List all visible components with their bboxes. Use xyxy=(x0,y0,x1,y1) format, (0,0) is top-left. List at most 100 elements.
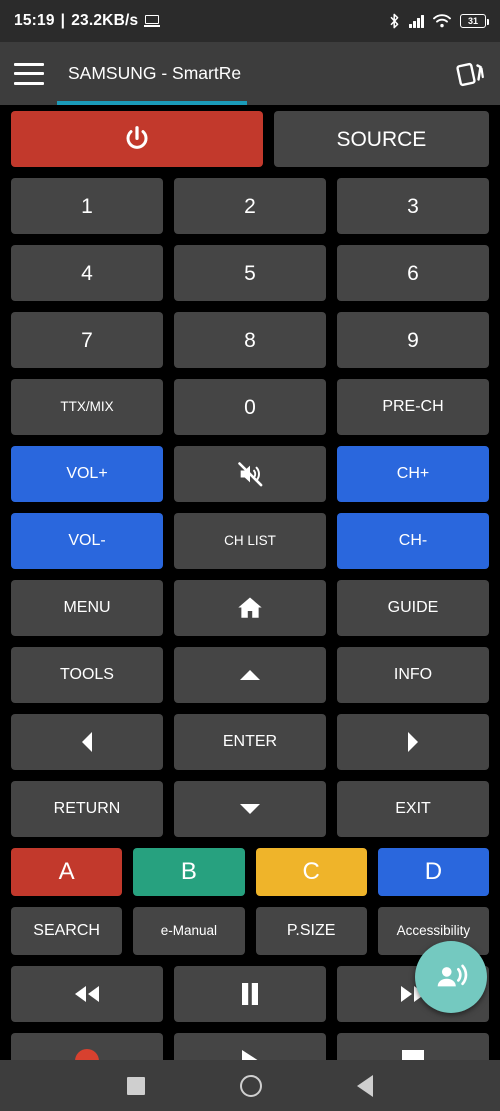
cellular-signal-icon xyxy=(409,14,424,28)
pre-ch-button[interactable]: PRE-CH xyxy=(337,379,489,435)
color-a-label: A xyxy=(58,858,75,885)
volume-down-button[interactable]: VOL- xyxy=(11,513,163,569)
digit-8-label: 8 xyxy=(244,328,256,352)
numeric-row-1: 1 2 3 xyxy=(11,178,489,234)
status-separator: | xyxy=(60,12,66,29)
volume-down-label: VOL- xyxy=(68,532,106,549)
info-label: INFO xyxy=(393,666,433,683)
digit-0-button[interactable]: 0 xyxy=(174,379,326,435)
dpad-left-button[interactable] xyxy=(11,714,163,770)
numeric-row-2: 4 5 6 xyxy=(11,245,489,301)
accessibility-label: Accessibility xyxy=(396,923,471,939)
channel-list-button[interactable]: CH LIST xyxy=(174,513,326,569)
digit-3-label: 3 xyxy=(407,194,419,218)
laptop-icon xyxy=(144,15,161,27)
color-b-button[interactable]: B xyxy=(133,848,245,896)
pause-button[interactable] xyxy=(174,966,326,1022)
mute-button[interactable] xyxy=(174,446,326,502)
picture-size-label: P.SIZE xyxy=(286,922,336,939)
info-button[interactable]: INFO xyxy=(337,647,489,703)
channel-down-button[interactable]: CH- xyxy=(337,513,489,569)
page-title: SAMSUNG - SmartRe xyxy=(68,63,242,83)
remote-button-grid: SOURCE 1 2 3 4 5 6 7 8 9 TTX/MIX 0 PRE-C… xyxy=(0,105,500,1089)
app-bar: SAMSUNG - SmartRe xyxy=(0,42,500,105)
exit-label: EXIT xyxy=(395,800,431,817)
digit-1-button[interactable]: 1 xyxy=(11,178,163,234)
color-c-button[interactable]: C xyxy=(255,848,367,896)
digit-9-button[interactable]: 9 xyxy=(337,312,489,368)
guide-label: GUIDE xyxy=(387,599,439,616)
tools-row: TOOLS INFO xyxy=(11,647,489,703)
numeric-row-3: 7 8 9 xyxy=(11,312,489,368)
picture-size-button[interactable]: P.SIZE xyxy=(255,907,367,955)
return-label: RETURN xyxy=(53,800,121,817)
digit-9-label: 9 xyxy=(407,328,419,352)
status-bar-right: 31 xyxy=(389,13,490,29)
hamburger-menu-icon[interactable] xyxy=(14,62,44,85)
battery-icon: 31 xyxy=(460,14,490,28)
channel-up-button[interactable]: CH+ xyxy=(337,446,489,502)
color-row: A B C D xyxy=(11,848,489,896)
ttx-mix-label: TTX/MIX xyxy=(60,399,114,415)
ttx-mix-button[interactable]: TTX/MIX xyxy=(11,379,163,435)
digit-0-label: 0 xyxy=(244,395,256,419)
digit-7-label: 7 xyxy=(81,328,93,352)
menu-label: MENU xyxy=(63,599,111,616)
enter-button[interactable]: ENTER xyxy=(174,714,326,770)
tools-button[interactable]: TOOLS xyxy=(11,647,163,703)
guide-button[interactable]: GUIDE xyxy=(337,580,489,636)
digit-8-button[interactable]: 8 xyxy=(174,312,326,368)
home-circle-icon[interactable] xyxy=(239,1074,262,1097)
home-button[interactable] xyxy=(174,580,326,636)
dpad-row: ENTER xyxy=(11,714,489,770)
digit-6-label: 6 xyxy=(407,261,419,285)
color-d-button[interactable]: D xyxy=(377,848,489,896)
rewind-button[interactable] xyxy=(11,966,163,1022)
digit-5-button[interactable]: 5 xyxy=(174,245,326,301)
home-icon xyxy=(238,597,262,618)
status-network-speed: 23.2KB/s xyxy=(71,12,139,29)
arrow-up-icon xyxy=(240,670,260,680)
arrow-down-icon xyxy=(240,804,260,814)
digit-7-button[interactable]: 7 xyxy=(11,312,163,368)
power-row: SOURCE xyxy=(11,111,489,167)
volume-up-label: VOL+ xyxy=(66,465,108,482)
digit-2-button[interactable]: 2 xyxy=(174,178,326,234)
active-tab-indicator xyxy=(57,101,247,105)
exit-button[interactable]: EXIT xyxy=(337,781,489,837)
dpad-right-button[interactable] xyxy=(337,714,489,770)
source-button[interactable]: SOURCE xyxy=(273,111,489,167)
channel-down-label: CH- xyxy=(398,532,428,549)
search-button[interactable]: SEARCH xyxy=(11,907,123,955)
android-navigation-bar xyxy=(0,1060,500,1111)
remote-control-app: 15:19 | 23.2KB/s 31 SAMSUNG - SmartRe SO… xyxy=(0,0,500,1111)
voice-command-fab[interactable] xyxy=(415,941,487,1013)
bluetooth-icon xyxy=(389,13,400,29)
digit-6-button[interactable]: 6 xyxy=(337,245,489,301)
record-voice-over-icon xyxy=(437,964,468,987)
dpad-up-button[interactable] xyxy=(174,647,326,703)
status-time: 15:19 xyxy=(14,12,55,29)
dpad-down-button[interactable] xyxy=(174,781,326,837)
arrow-left-icon xyxy=(82,732,92,752)
wifi-icon xyxy=(433,14,451,28)
status-bar: 15:19 | 23.2KB/s 31 xyxy=(0,0,500,42)
digit-4-button[interactable]: 4 xyxy=(11,245,163,301)
power-button[interactable] xyxy=(11,111,263,167)
status-bar-left: 15:19 | 23.2KB/s xyxy=(14,12,161,30)
recents-square-icon[interactable] xyxy=(127,1076,146,1095)
menu-button[interactable]: MENU xyxy=(11,580,163,636)
e-manual-button[interactable]: e-Manual xyxy=(133,907,245,955)
color-a-button[interactable]: A xyxy=(11,848,123,896)
source-label: SOURCE xyxy=(336,127,427,151)
return-button[interactable]: RETURN xyxy=(11,781,163,837)
numeric-row-4: TTX/MIX 0 PRE-CH xyxy=(11,379,489,435)
digit-3-button[interactable]: 3 xyxy=(337,178,489,234)
power-icon xyxy=(126,126,148,149)
card-stack-icon[interactable] xyxy=(454,58,486,90)
channel-up-label: CH+ xyxy=(396,465,430,482)
back-triangle-icon[interactable] xyxy=(356,1074,373,1097)
channel-list-label: CH LIST xyxy=(224,533,276,549)
volume-up-button[interactable]: VOL+ xyxy=(11,446,163,502)
volume-row-2: VOL- CH LIST CH- xyxy=(11,513,489,569)
